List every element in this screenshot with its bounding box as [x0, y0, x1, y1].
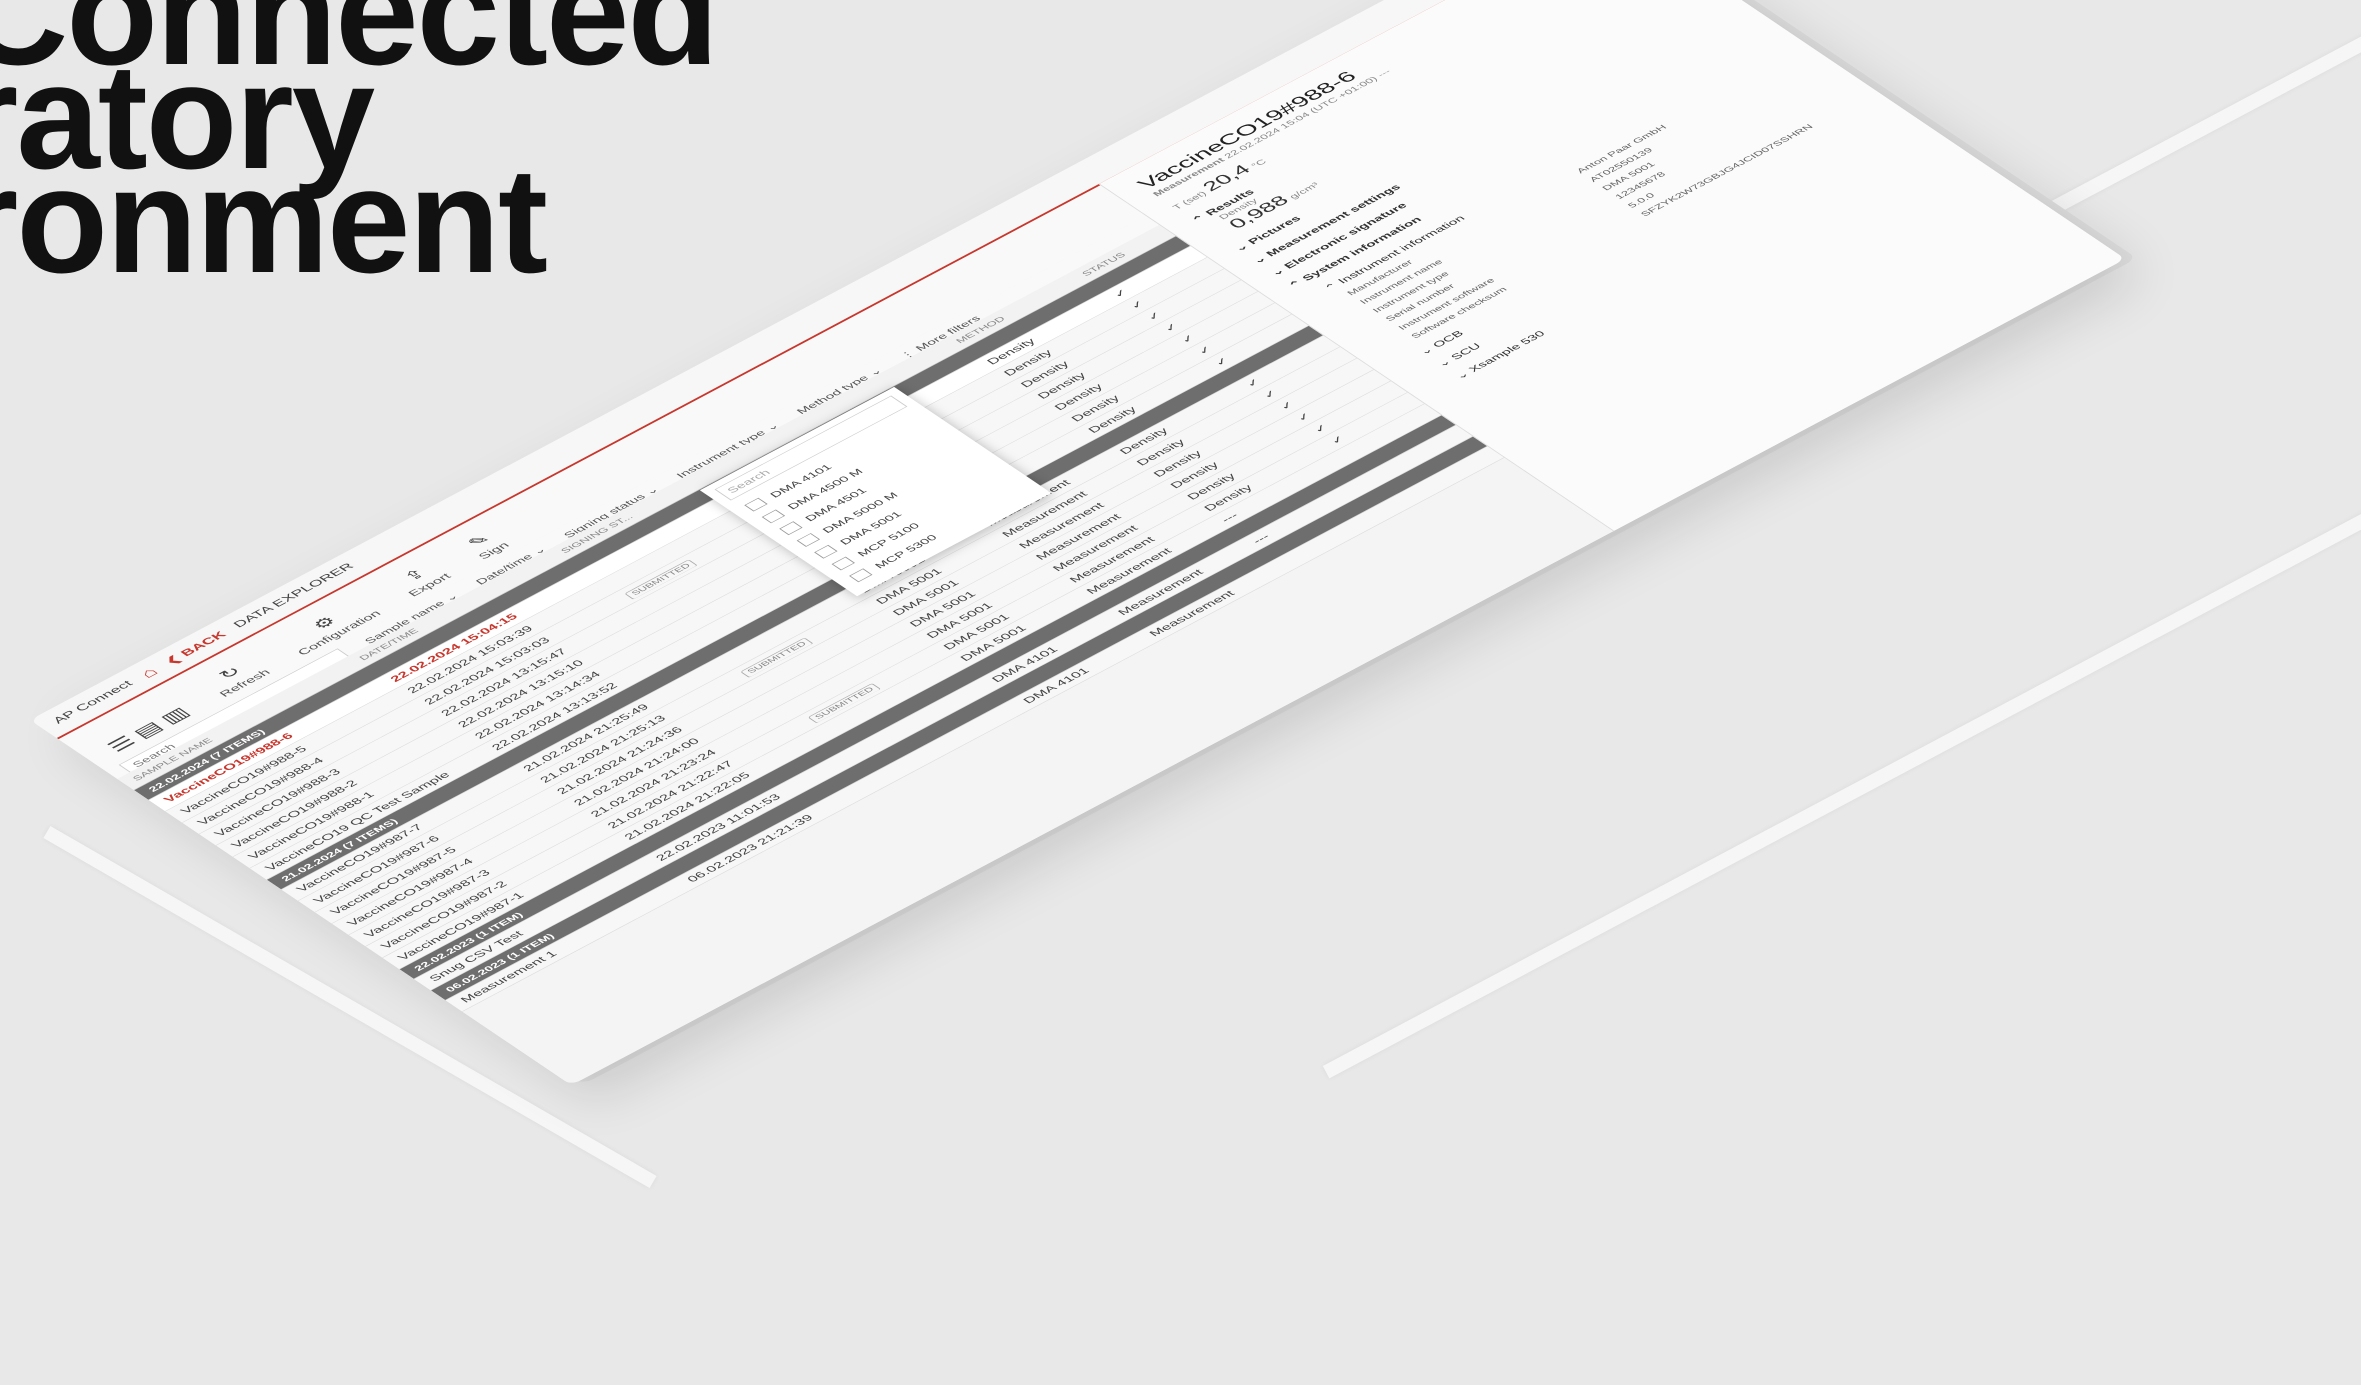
headline: Connected ratory ronment	[0, 0, 719, 304]
temperature-unit: °C	[1248, 157, 1269, 170]
info-row: Instrument software 5.0.0	[1369, 91, 1846, 346]
temperature-label: T (set)	[1170, 189, 1209, 212]
density-unit: g/cm³	[1286, 180, 1322, 201]
headline-line-3: ronment	[0, 136, 548, 304]
subsection-label: OCB	[1429, 328, 1466, 350]
subsection-label: SCU	[1447, 341, 1484, 362]
checkbox[interactable]	[849, 568, 873, 583]
home-icon[interactable]: ⌂	[136, 665, 163, 681]
